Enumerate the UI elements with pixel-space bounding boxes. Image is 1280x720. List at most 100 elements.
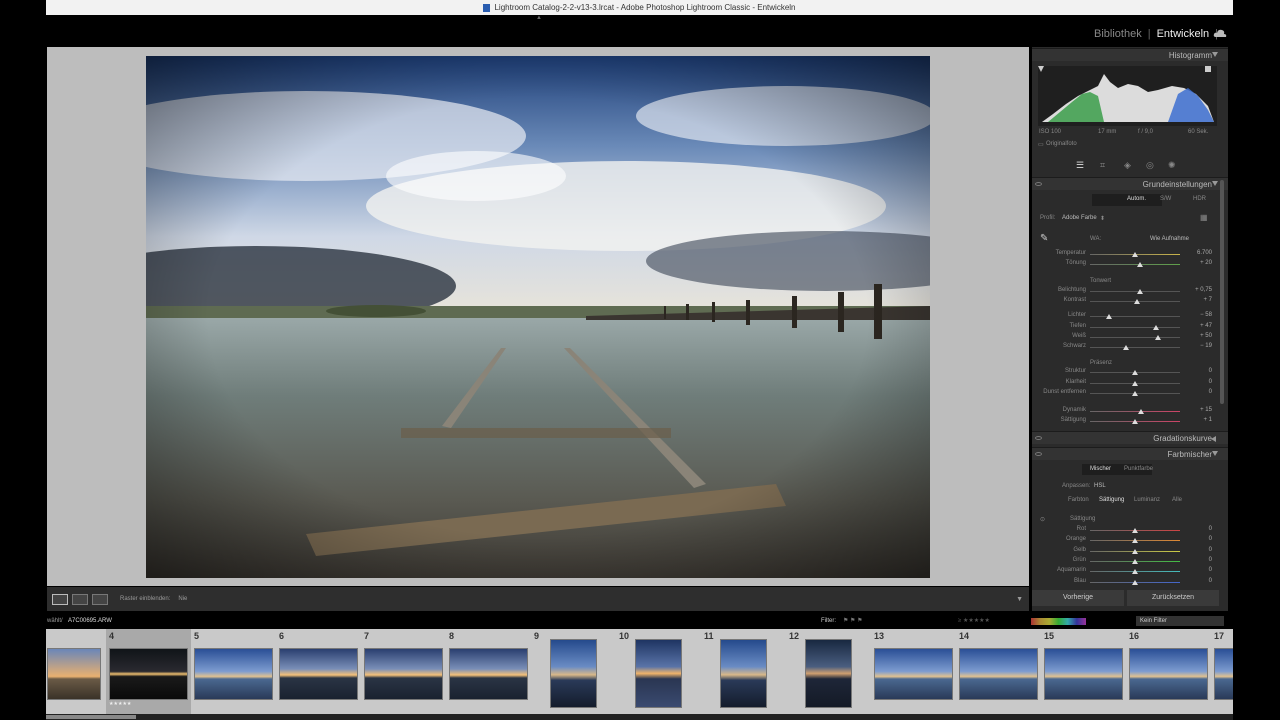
filmstrip-thumbnail[interactable]: 17: [1211, 629, 1233, 714]
slider-value[interactable]: + 20: [1182, 260, 1212, 266]
slider-value[interactable]: + 1: [1182, 417, 1212, 423]
subtab-hue[interactable]: Farbton: [1068, 497, 1089, 503]
crop-icon[interactable]: ⌗: [1100, 160, 1105, 171]
slider-track[interactable]: [1090, 411, 1180, 412]
slider-thumb[interactable]: [1123, 345, 1129, 350]
redeye-icon[interactable]: ◎: [1146, 160, 1154, 171]
filmstrip-thumbnail[interactable]: 6: [276, 629, 361, 714]
slider-value[interactable]: 0: [1182, 557, 1212, 563]
slider-track[interactable]: [1090, 264, 1180, 265]
subtab-all[interactable]: Alle: [1172, 497, 1182, 503]
thumbnail-image[interactable]: [449, 648, 528, 700]
histogram-graph[interactable]: ISO 100 17 mm f / 9,0 60 Sek.: [1038, 66, 1217, 135]
colormixer-header[interactable]: Farbmischer: [1032, 447, 1228, 460]
target-adjust-icon[interactable]: ⊙: [1040, 516, 1045, 523]
slider-track[interactable]: [1090, 291, 1180, 292]
visibility-icon[interactable]: [1035, 452, 1042, 456]
filmstrip-thumbnail[interactable]: 16: [1126, 629, 1211, 714]
toolbar-menu-icon[interactable]: ▼: [1016, 596, 1023, 603]
slider-thumb[interactable]: [1132, 548, 1138, 554]
filmstrip-thumbnail[interactable]: 8: [446, 629, 531, 714]
eyedropper-icon[interactable]: ✎: [1040, 233, 1048, 244]
slider-thumb[interactable]: [1153, 325, 1159, 330]
thumbnail-image[interactable]: [47, 648, 101, 700]
slider-value[interactable]: − 19: [1182, 343, 1212, 349]
module-develop[interactable]: Entwickeln: [1157, 28, 1210, 40]
filmstrip-scroll-thumb[interactable]: [46, 715, 136, 719]
slider-value[interactable]: 0: [1182, 567, 1212, 573]
previous-button[interactable]: Vorherige: [1032, 590, 1124, 606]
slider-track[interactable]: [1090, 337, 1180, 338]
thumbnail-image[interactable]: [364, 648, 443, 700]
adjust-dropdown[interactable]: HSL: [1094, 483, 1106, 489]
treatment-bw[interactable]: S/W: [1160, 196, 1171, 202]
treatment-auto[interactable]: Autom.: [1127, 196, 1146, 202]
current-filename[interactable]: A7C00695.ARW: [68, 618, 112, 624]
rating-filter-stars[interactable]: ≥ ★★★★★: [958, 617, 990, 624]
treatment-hdr[interactable]: HDR: [1193, 196, 1206, 202]
thumbnail-image[interactable]: [959, 648, 1038, 700]
tab-pointcolor[interactable]: Punktfarbe: [1124, 466, 1153, 472]
panel-scrollbar[interactable]: [1220, 180, 1224, 404]
thumbnail-image[interactable]: [805, 639, 852, 708]
basic-header[interactable]: Grundeinstellungen: [1032, 177, 1228, 190]
thumbnail-image[interactable]: [1214, 648, 1233, 700]
tonecurve-header[interactable]: Gradationskurve: [1032, 431, 1228, 444]
slider-value[interactable]: + 0,75: [1182, 287, 1212, 293]
color-label-filter[interactable]: [1031, 618, 1086, 625]
reset-button[interactable]: Zurücksetzen: [1127, 590, 1219, 606]
subtab-luminance[interactable]: Luminanz: [1134, 497, 1160, 503]
slider-thumb[interactable]: [1155, 335, 1161, 340]
histogram-header[interactable]: Histogramm: [1032, 48, 1228, 61]
slider-value[interactable]: + 47: [1182, 323, 1212, 329]
filmstrip-thumbnail[interactable]: 13: [871, 629, 956, 714]
filmstrip-thumbnail[interactable]: 9: [531, 629, 616, 714]
profile-browser-icon[interactable]: ▦: [1200, 213, 1208, 222]
slider-thumb[interactable]: [1132, 391, 1138, 396]
slider-value[interactable]: + 50: [1182, 333, 1212, 339]
filmstrip-thumbnail[interactable]: 12: [786, 629, 871, 714]
thumbnail-image[interactable]: [194, 648, 273, 700]
slider-value[interactable]: + 7: [1182, 297, 1212, 303]
thumbnail-image[interactable]: [1129, 648, 1208, 700]
source-label[interactable]: wählt/: [47, 618, 63, 624]
slider-thumb[interactable]: [1134, 299, 1140, 304]
slider-thumb[interactable]: [1132, 381, 1138, 386]
masking-icon[interactable]: ✺: [1168, 160, 1176, 171]
slider-thumb[interactable]: [1132, 419, 1138, 424]
filmstrip-thumbnail[interactable]: 4 ★★★★★: [106, 629, 191, 714]
expand-icon[interactable]: [1211, 436, 1216, 442]
slider-value[interactable]: − 58: [1182, 312, 1212, 318]
tab-mixer[interactable]: Mischer: [1090, 466, 1111, 472]
filmstrip-thumbnail[interactable]: 7: [361, 629, 446, 714]
original-photo-checkbox[interactable]: ▭: [1038, 141, 1044, 148]
slider-thumb[interactable]: [1106, 314, 1112, 319]
thumbnail-image[interactable]: [109, 648, 188, 700]
filmstrip-thumbnail[interactable]: 11: [701, 629, 786, 714]
slider-track[interactable]: [1090, 327, 1180, 328]
grid-overlay-value[interactable]: Nie: [178, 596, 187, 602]
slider-track[interactable]: [1090, 316, 1180, 317]
visibility-icon[interactable]: [1035, 436, 1042, 440]
filmstrip-thumbnail[interactable]: 5: [191, 629, 276, 714]
slider-value[interactable]: 6.700: [1182, 250, 1212, 256]
thumbnail-image[interactable]: [550, 639, 597, 708]
slider-value[interactable]: + 15: [1182, 407, 1212, 413]
slider-value[interactable]: 0: [1182, 547, 1212, 553]
loupe-view-button[interactable]: [52, 593, 68, 605]
before-after-button[interactable]: [92, 593, 108, 605]
filmstrip-scrollbar[interactable]: [46, 714, 1233, 720]
thumbnail-image[interactable]: [874, 648, 953, 700]
module-library[interactable]: Bibliothek: [1094, 28, 1142, 40]
slider-value[interactable]: 0: [1182, 578, 1212, 584]
heal-icon[interactable]: ◈: [1124, 160, 1131, 171]
compare-view-button[interactable]: [72, 593, 88, 605]
slider-thumb[interactable]: [1132, 558, 1138, 564]
slider-thumb[interactable]: [1132, 538, 1138, 544]
slider-thumb[interactable]: [1138, 409, 1144, 414]
collapse-icon[interactable]: [1212, 451, 1218, 456]
thumbnail-image[interactable]: [1044, 648, 1123, 700]
thumbnail-image[interactable]: [279, 648, 358, 700]
thumbnail-image[interactable]: [720, 639, 767, 708]
filmstrip-thumbnail[interactable]: 14: [956, 629, 1041, 714]
